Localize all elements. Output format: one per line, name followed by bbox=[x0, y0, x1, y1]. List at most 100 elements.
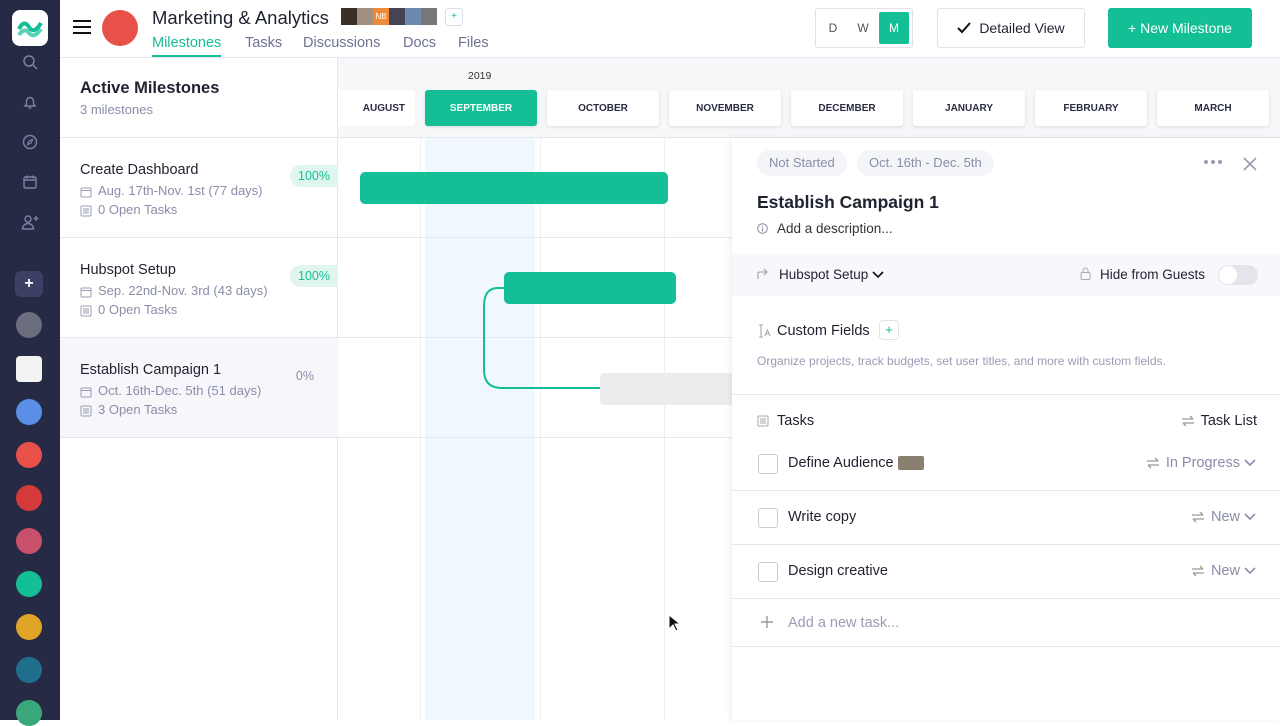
scale-month-button[interactable]: M bbox=[879, 12, 909, 44]
chevron-down-icon bbox=[1244, 513, 1256, 521]
project-header: Marketing & Analytics NB + Milestones Ta… bbox=[60, 0, 1280, 58]
list-title: Active Milestones bbox=[80, 79, 220, 97]
gantt-bar-create-dashboard[interactable] bbox=[360, 172, 668, 204]
milestone-name: Hubspot Setup bbox=[80, 262, 176, 278]
list-item[interactable]: Hubspot Setup Sep. 22nd-Nov. 3rd (43 day… bbox=[60, 238, 338, 338]
search-icon[interactable] bbox=[18, 50, 42, 74]
detailed-view-button[interactable]: Detailed View bbox=[937, 8, 1085, 48]
avatar bbox=[357, 8, 373, 25]
plus-icon bbox=[761, 616, 773, 628]
gantt-bar-establish-campaign[interactable] bbox=[600, 373, 740, 405]
list-item[interactable]: Create Dashboard Aug. 17th-Nov. 1st (77 … bbox=[60, 138, 338, 238]
hide-guests-toggle[interactable] bbox=[1218, 265, 1258, 285]
new-milestone-button[interactable]: + New Milestone bbox=[1108, 8, 1252, 48]
add-custom-field-button[interactable]: + bbox=[879, 320, 899, 340]
project-icon-money[interactable] bbox=[16, 614, 42, 640]
close-icon[interactable] bbox=[1243, 157, 1257, 171]
task-status-select[interactable]: New bbox=[1191, 563, 1256, 579]
list-item[interactable]: Establish Campaign 1 Oct. 16th-Dec. 5th … bbox=[60, 338, 338, 438]
tab-files[interactable]: Files bbox=[458, 35, 489, 51]
add-project-button[interactable]: + bbox=[15, 271, 43, 297]
milestone-list: Active Milestones 3 milestones Create Da… bbox=[60, 58, 338, 720]
project-icon-checklist[interactable] bbox=[16, 657, 42, 683]
milestone-tasks: 0 Open Tasks bbox=[80, 202, 177, 217]
hide-guests-label: Hide from Guests bbox=[1100, 267, 1206, 282]
menu-icon[interactable] bbox=[72, 19, 92, 40]
dependency-select[interactable]: Hubspot Setup bbox=[779, 267, 884, 282]
scale-day-button[interactable]: D bbox=[819, 21, 847, 35]
dependency-arrow-icon bbox=[757, 268, 768, 279]
add-user-icon[interactable] bbox=[18, 210, 42, 234]
month-october[interactable]: OCTOBER bbox=[547, 90, 659, 126]
tab-discussions[interactable]: Discussions bbox=[303, 35, 380, 51]
task-status-select[interactable]: In Progress bbox=[1146, 455, 1256, 471]
milestone-dates: Oct. 16th-Dec. 5th (51 days) bbox=[80, 383, 261, 398]
task-list-button[interactable]: Task List bbox=[1181, 413, 1257, 429]
tasks-icon bbox=[80, 305, 92, 317]
tab-tasks[interactable]: Tasks bbox=[245, 35, 282, 51]
milestone-tasks: 0 Open Tasks bbox=[80, 302, 177, 317]
chevron-down-icon bbox=[1244, 459, 1256, 467]
avatar bbox=[389, 8, 405, 25]
tab-docs[interactable]: Docs bbox=[403, 35, 436, 51]
calendar-icon bbox=[80, 387, 92, 398]
status-badge[interactable]: Not Started bbox=[757, 150, 847, 176]
task-checkbox[interactable] bbox=[758, 562, 778, 582]
month-september[interactable]: SEPTEMBER bbox=[425, 90, 537, 126]
assignee-avatars bbox=[897, 456, 924, 471]
scale-week-button[interactable]: W bbox=[849, 21, 877, 35]
tasks-icon bbox=[80, 205, 92, 217]
milestone-tasks: 3 Open Tasks bbox=[80, 402, 177, 417]
member-avatars[interactable]: NB bbox=[341, 8, 437, 25]
month-december[interactable]: DECEMBER bbox=[791, 90, 903, 126]
project-icon-tools[interactable] bbox=[16, 312, 42, 338]
add-task-input[interactable]: Add a new task... bbox=[788, 615, 899, 631]
compass-icon[interactable] bbox=[18, 130, 42, 154]
task-row[interactable]: Write copy New bbox=[732, 491, 1280, 545]
project-icon-ideas[interactable] bbox=[16, 700, 42, 726]
project-icon-megaphone[interactable] bbox=[16, 485, 42, 511]
project-icon-board[interactable] bbox=[16, 528, 42, 554]
project-icon-wave[interactable] bbox=[16, 571, 42, 597]
more-options-icon[interactable] bbox=[1204, 160, 1222, 164]
month-february[interactable]: FEBRUARY bbox=[1035, 90, 1147, 126]
app-rail: + bbox=[0, 0, 60, 726]
task-checkbox[interactable] bbox=[758, 508, 778, 528]
month-january[interactable]: JANUARY bbox=[913, 90, 1025, 126]
task-row[interactable]: Design creative New bbox=[732, 545, 1280, 599]
lock-icon bbox=[1080, 267, 1091, 280]
avatar: NB bbox=[373, 8, 389, 25]
task-row[interactable]: Define Audience In Progress bbox=[732, 437, 1280, 491]
scale-toggle: D W M bbox=[815, 8, 913, 48]
chevron-down-icon bbox=[1244, 567, 1256, 575]
project-icon-settings[interactable] bbox=[16, 356, 42, 382]
bell-icon[interactable] bbox=[18, 90, 42, 114]
swap-icon bbox=[1191, 565, 1204, 577]
task-status-select[interactable]: New bbox=[1191, 509, 1256, 525]
custom-fields-label: Custom Fields bbox=[777, 323, 870, 339]
calendar-icon[interactable] bbox=[18, 170, 42, 194]
project-icon-marketing[interactable] bbox=[16, 442, 42, 468]
milestone-count: 3 milestones bbox=[80, 102, 153, 117]
month-march[interactable]: MARCH bbox=[1157, 90, 1269, 126]
detailed-view-label: Detailed View bbox=[979, 20, 1065, 36]
tasks-label: Tasks bbox=[777, 413, 815, 429]
project-icon-diamond[interactable] bbox=[16, 399, 42, 425]
custom-fields-hint: Organize projects, track budgets, set us… bbox=[757, 354, 1166, 368]
gantt-bar-hubspot-setup[interactable] bbox=[504, 272, 676, 304]
progress-badge: 100% bbox=[290, 165, 338, 187]
avatar bbox=[341, 8, 357, 25]
month-november[interactable]: NOVEMBER bbox=[669, 90, 781, 126]
tab-milestones[interactable]: Milestones bbox=[152, 35, 222, 57]
swap-icon bbox=[1146, 457, 1159, 469]
description-input[interactable]: Add a description... bbox=[777, 221, 893, 236]
add-task-row[interactable]: Add a new task... bbox=[732, 599, 1280, 647]
milestone-title[interactable]: Establish Campaign 1 bbox=[757, 192, 939, 213]
task-checkbox[interactable] bbox=[758, 454, 778, 474]
milestone-detail-panel: Not Started Oct. 16th - Dec. 5th Establi… bbox=[732, 138, 1280, 720]
invite-member-button[interactable]: + bbox=[445, 8, 463, 26]
milestone-dates: Sep. 22nd-Nov. 3rd (43 days) bbox=[80, 283, 268, 298]
app-logo[interactable] bbox=[12, 10, 48, 46]
task-name: Design creative bbox=[788, 563, 888, 579]
date-range-badge[interactable]: Oct. 16th - Dec. 5th bbox=[857, 150, 994, 176]
